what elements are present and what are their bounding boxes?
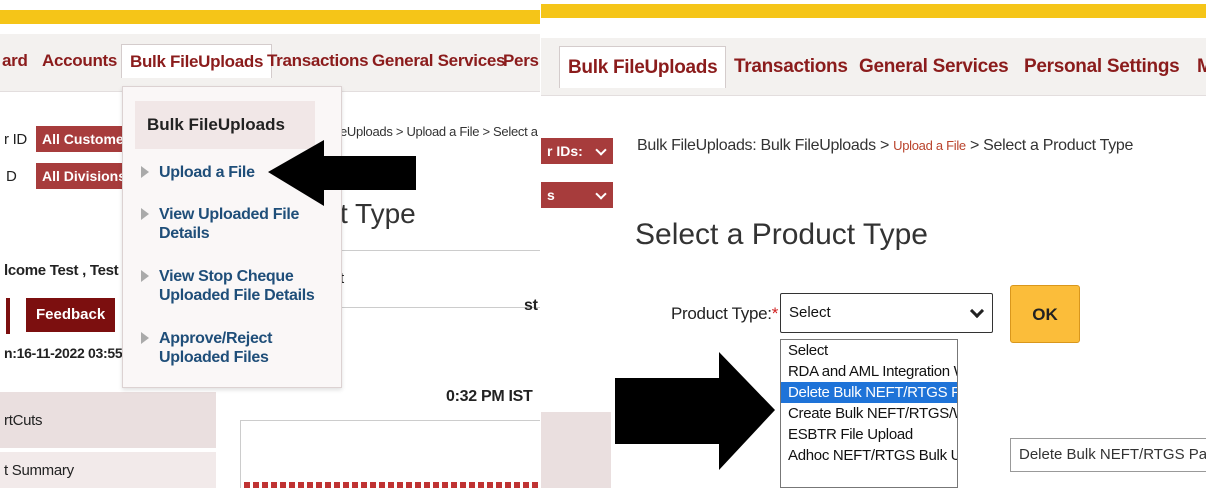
chevron-down-icon — [595, 188, 607, 200]
option-adhoc-neft[interactable]: Adhoc NEFT/RTGS Bulk Upload — [781, 445, 957, 466]
feedback-accent — [6, 298, 10, 334]
nav-general-services[interactable]: General Services — [859, 46, 1009, 88]
bg-breadcrumb: eUploads > Upload a File > Select a — [340, 124, 538, 139]
nav-bulk-fileuploads[interactable]: Bulk FileUploads — [121, 44, 273, 78]
nav-more-partial[interactable]: M — [1197, 46, 1206, 88]
option-create-bulk-neft[interactable]: Create Bulk NEFT/RTGS/Within Bank Payee — [781, 403, 957, 424]
bulk-fileuploads-dropdown: Bulk FileUploads Upload a File View Uplo… — [122, 86, 342, 388]
page-title: Select a Product Type — [635, 218, 928, 251]
menu-item-approve-reject[interactable]: Approve/Reject Uploaded Files — [141, 329, 331, 367]
right-screenshot-panel: Bulk FileUploads Transactions General Se… — [541, 0, 1206, 488]
nav-personal-partial[interactable]: Pers — [503, 44, 539, 78]
chevron-down-icon — [595, 144, 607, 156]
nav-dashboard-partial[interactable]: ard — [2, 44, 28, 78]
breadcrumb-suffix: > Select a Product Type — [965, 137, 1134, 154]
option-esbtr-file-upload[interactable]: ESBTR File Upload — [781, 424, 957, 445]
chevron-down-icon — [969, 303, 985, 319]
triangle-right-icon — [141, 166, 149, 178]
customer-id-select[interactable]: All Customer I — [36, 126, 122, 152]
bg-form-box — [326, 250, 540, 308]
option-select[interactable]: Select — [781, 340, 957, 361]
nav-transactions[interactable]: Transactions — [267, 44, 369, 78]
nav-transactions[interactable]: Transactions — [734, 46, 848, 88]
option-delete-bulk-neft[interactable]: Delete Bulk NEFT/RTGS Payee — [781, 382, 957, 403]
menu-item-upload-a-file[interactable]: Upload a File — [141, 163, 255, 182]
bg-content-box — [240, 420, 540, 488]
division-label: D — [6, 168, 17, 185]
shortcuts-label[interactable]: rtCuts — [4, 412, 43, 429]
option-tooltip: Delete Bulk NEFT/RTGS Payee — [1010, 438, 1206, 472]
triangle-right-icon — [141, 270, 149, 282]
product-type-label: Product Type:* — [671, 304, 779, 323]
bg-notice-line — [244, 482, 540, 488]
required-marker: * — [771, 304, 779, 323]
divisions-select[interactable]: s — [541, 182, 613, 208]
division-select[interactable]: All Divisions — [36, 163, 126, 189]
top-gold-bar — [541, 4, 1206, 18]
breadcrumb: Bulk FileUploads: Bulk FileUploads > Upl… — [637, 137, 1133, 155]
nav-general-services[interactable]: General Services — [372, 44, 505, 78]
annotation-arrow-right-icon — [615, 352, 775, 470]
nav-accounts[interactable]: Accounts — [42, 44, 117, 78]
side-band — [541, 412, 611, 488]
ok-button[interactable]: OK — [1010, 285, 1080, 343]
option-rda-aml[interactable]: RDA and AML Integration Within Bank(RDI) — [781, 361, 957, 382]
triangle-right-icon — [141, 208, 149, 220]
nav-bulk-fileuploads[interactable]: Bulk FileUploads — [559, 46, 727, 88]
user-id-label: r ID — [4, 131, 27, 148]
menu-item-view-stop-cheque-details[interactable]: View Stop Cheque Uploaded File Details — [141, 267, 331, 305]
customer-ids-select[interactable]: r IDs: — [541, 138, 613, 164]
last-login-text: n:16-11-2022 03:55:3 — [4, 345, 135, 361]
welcome-text: lcome Test , Test — [4, 262, 119, 279]
bg-time-text: 0:32 PM IST — [446, 388, 533, 405]
nav-personal-settings[interactable]: Personal Settings — [1024, 46, 1180, 88]
product-type-select[interactable]: Select — [780, 293, 993, 333]
feedback-button[interactable]: Feedback — [26, 298, 116, 332]
menu-item-view-uploaded-file-details[interactable]: View Uploaded File Details — [141, 205, 331, 243]
top-gold-bar — [0, 10, 540, 24]
product-type-options-list: Select RDA and AML Integration Within Ba… — [780, 339, 958, 488]
breadcrumb-link-upload-a-file[interactable]: Upload a File — [893, 138, 966, 153]
bg-text-st: st — [524, 297, 538, 314]
triangle-right-icon — [141, 332, 149, 344]
annotation-arrow-left-icon — [268, 140, 416, 206]
account-summary-label[interactable]: t Summary — [4, 462, 74, 479]
breadcrumb-prefix: Bulk FileUploads: Bulk FileUploads > — [637, 137, 894, 154]
left-screenshot-panel: ard Accounts Bulk FileUploads Transactio… — [0, 0, 540, 488]
